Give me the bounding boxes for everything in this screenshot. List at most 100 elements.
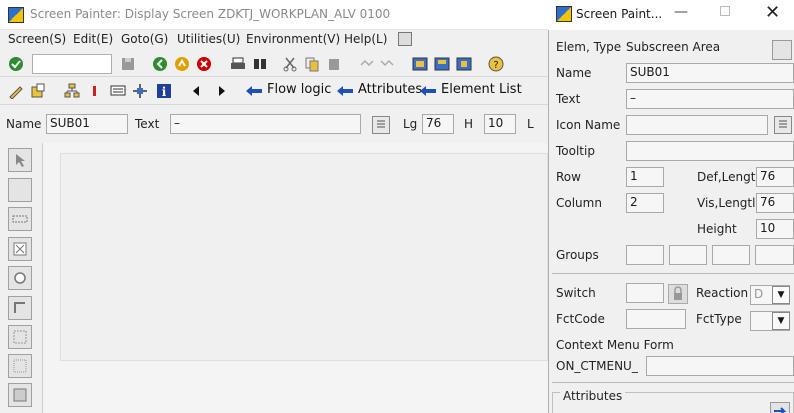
subscreen-area-element[interactable] (60, 153, 548, 361)
move-icon[interactable] (130, 81, 150, 101)
layout-icon-1[interactable] (410, 54, 430, 74)
text-dictionary-icon[interactable] (372, 116, 390, 134)
save-icon[interactable] (118, 54, 138, 74)
switch-field[interactable] (626, 283, 664, 303)
fcttype-label: FctType (696, 312, 742, 326)
svg-text:?: ? (493, 60, 498, 71)
attributes-details-arrow-icon[interactable] (770, 402, 790, 413)
next-arrow-icon[interactable] (212, 81, 232, 101)
find-icon[interactable] (250, 54, 270, 74)
flow-logic-arrow-icon[interactable] (244, 81, 264, 101)
layout-icon-2[interactable] (432, 54, 452, 74)
icon-name-label: Icon Name (556, 118, 621, 132)
where-used-icon[interactable] (84, 81, 104, 101)
fcttype-dropdown-icon[interactable]: ▼ (772, 312, 790, 330)
group1-field[interactable] (626, 245, 664, 265)
enter-icon[interactable] (6, 54, 26, 74)
fctcode-label: FctCode (556, 312, 605, 326)
icon-name-field[interactable] (626, 115, 768, 135)
maximize-icon[interactable] (720, 6, 730, 16)
tooltip-field[interactable] (626, 141, 794, 161)
element-list-button[interactable]: Element List (441, 82, 522, 97)
redo-icon[interactable] (378, 54, 398, 74)
vis-length-field[interactable]: 76 (756, 193, 794, 213)
group3-field[interactable] (712, 245, 750, 265)
groups-label: Groups (556, 248, 599, 262)
context-menu-field[interactable] (646, 356, 794, 376)
length-field[interactable]: 76 (422, 114, 454, 134)
menu-screen[interactable]: Screen(S) (8, 32, 66, 46)
reaction-label: Reaction (696, 286, 749, 300)
minimize-icon[interactable]: — (674, 4, 688, 20)
panel-height-label: Height (697, 222, 737, 236)
attributes-arrow-icon[interactable] (335, 81, 355, 101)
cancel-icon[interactable] (194, 54, 214, 74)
window-title: Screen Painter: Display Screen ZDKTJ_WOR… (30, 7, 391, 21)
sap-app-icon (8, 7, 24, 23)
toggle-display-change-icon[interactable] (6, 81, 26, 101)
previous-arrow-icon[interactable] (186, 81, 206, 101)
panel-divider-1 (552, 273, 794, 274)
def-length-field[interactable]: 76 (756, 167, 794, 187)
def-length-label: Def,Lengtl (697, 170, 759, 184)
panel-text-field[interactable]: – (626, 89, 794, 109)
panel-name-field[interactable]: SUB01 (626, 63, 794, 83)
screen-layout-icon[interactable] (108, 81, 128, 101)
reaction-dropdown-icon[interactable]: ▼ (772, 286, 790, 304)
panel-app-icon (556, 6, 572, 22)
tooltip-label: Tooltip (556, 144, 595, 158)
table-control-tool-icon[interactable] (8, 383, 32, 407)
pointer-tool-icon[interactable] (8, 148, 32, 172)
fctcode-field[interactable] (626, 309, 686, 329)
close-icon[interactable]: ✕ (765, 2, 780, 23)
attributes-button[interactable]: Attributes (358, 82, 422, 97)
element-list-arrow-icon[interactable] (418, 81, 438, 101)
switch-lock-icon[interactable] (668, 284, 688, 304)
tabstrip-tool-icon[interactable] (8, 325, 32, 349)
text-field[interactable]: – (170, 114, 361, 134)
elem-type-label: Elem, Type (556, 40, 622, 54)
copy-icon[interactable] (302, 54, 322, 74)
group4-field[interactable] (755, 245, 794, 265)
column-field[interactable]: 2 (626, 193, 664, 213)
group2-field[interactable] (669, 245, 707, 265)
menu-goto[interactable]: Goto(G) (121, 32, 168, 46)
other-object-icon[interactable] (28, 81, 48, 101)
print-icon[interactable] (228, 54, 248, 74)
checkbox-tool-icon[interactable] (8, 237, 32, 261)
switch-label: Switch (556, 286, 596, 300)
radio-button-tool-icon[interactable] (8, 266, 32, 290)
cut-icon[interactable] (280, 54, 300, 74)
hierarchy-icon[interactable] (62, 81, 82, 101)
panel-height-field[interactable]: 10 (756, 219, 794, 239)
subscreen-tool-icon[interactable] (8, 354, 32, 378)
customize-layout-icon[interactable] (398, 32, 412, 46)
menu-help[interactable]: Help(L) (344, 32, 387, 46)
input-field-tool-icon[interactable] (8, 207, 32, 231)
attributes-window-icon[interactable] (772, 40, 792, 60)
command-field[interactable] (32, 54, 112, 74)
exit-icon[interactable] (172, 54, 192, 74)
menu-edit[interactable]: Edit(E) (73, 32, 113, 46)
row-label: Row (556, 170, 581, 184)
row-field[interactable]: 1 (626, 167, 664, 187)
length-label: Lg (403, 117, 418, 131)
info-icon[interactable]: i (154, 81, 174, 101)
context-menu-label: Context Menu Form (556, 338, 674, 352)
panel-divider-2 (552, 382, 794, 383)
menu-environment[interactable]: Environment(V) (246, 32, 340, 46)
flow-logic-button[interactable]: Flow logic (267, 82, 331, 97)
name-label: Name (6, 117, 42, 131)
layout-icon-3[interactable] (454, 54, 474, 74)
menu-utilities[interactable]: Utilities(U) (177, 32, 240, 46)
text-field-tool-icon[interactable] (8, 178, 32, 202)
height-field[interactable]: 10 (484, 114, 516, 134)
back-icon[interactable] (150, 54, 170, 74)
frame-tool-icon[interactable] (8, 296, 32, 320)
icon-name-help-icon[interactable] (774, 116, 792, 134)
name-field[interactable]: SUB01 (46, 114, 128, 134)
height-label: H (464, 117, 474, 131)
undo-icon[interactable] (356, 54, 376, 74)
paste-icon[interactable] (324, 54, 344, 74)
help-icon[interactable]: ? (486, 54, 506, 74)
